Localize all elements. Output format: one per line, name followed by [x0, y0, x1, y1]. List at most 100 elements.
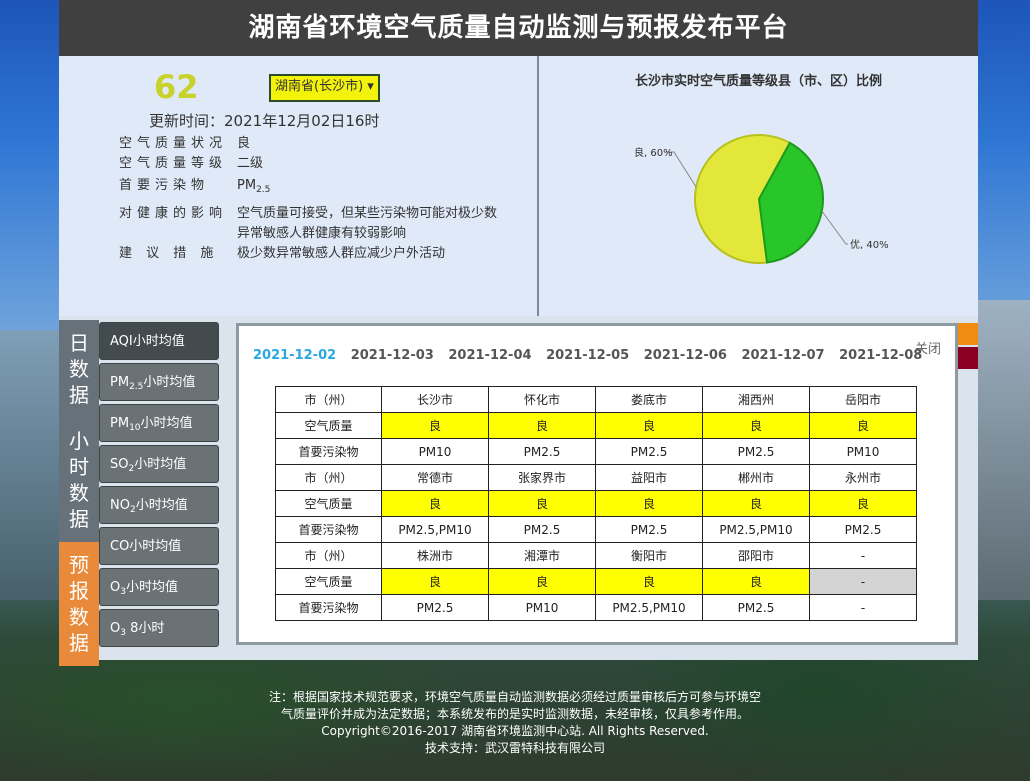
quality-cell: 良	[702, 490, 810, 517]
pie-label: 优, 40%	[850, 238, 889, 251]
chevron-down-icon: ▾	[367, 79, 374, 94]
tab-daily[interactable]: 日数据	[59, 320, 99, 418]
menu-item-aqi[interactable]: AQI小时均值	[99, 322, 219, 360]
city-select-value: 湖南省(长沙市)	[275, 79, 364, 94]
info-row: 对健康的影响 空气质量可接受，但某些污染物可能对极少数异常敏感人群健康有较弱影响	[119, 204, 497, 244]
menu-item-sub: 2.5	[129, 382, 144, 392]
info-value: 二级	[237, 156, 264, 171]
pie-leader-line	[821, 210, 848, 245]
pollutant-cell: PM10	[809, 438, 917, 465]
menu-item-so2[interactable]: SO2小时均值	[99, 445, 219, 483]
menu-item-pm25[interactable]: PM2.5小时均值	[99, 363, 219, 401]
city-select[interactable]: 湖南省(长沙市) ▾	[269, 74, 380, 102]
pollutant-cell: PM10	[488, 594, 596, 621]
table-row: 首要污染物 PM2.5 PM10 PM2.5,PM10 PM2.5-	[275, 594, 917, 621]
quality-cell: 良	[809, 412, 917, 439]
orange-edge-tab[interactable]	[958, 323, 978, 345]
menu-item-label: NO	[110, 498, 130, 513]
menu-item-pm10[interactable]: PM10小时均值	[99, 404, 219, 442]
quality-cell: 良	[381, 412, 489, 439]
menu-item-suffix: 小时均值	[135, 498, 188, 513]
pollutant-cell: PM2.5	[488, 516, 596, 543]
info-value: 极少数异常敏感人群应减少户外活动	[237, 246, 446, 261]
date-tab[interactable]: 2021-12-06	[644, 348, 727, 363]
tab-hourly-label: 小时数据	[69, 429, 89, 531]
pollutant-cell: PM2.5,PM10	[381, 516, 489, 543]
row-label: 市（州）	[275, 464, 382, 491]
table-row: 市（州） 株洲市 湘潭市 衡阳市 邵阳市 -	[275, 542, 917, 569]
city-cell: 湘潭市	[488, 542, 596, 569]
city-cell: 怀化市	[488, 386, 596, 413]
tab-forecast[interactable]: 预报数据	[59, 542, 99, 666]
footer-line: 气质量评价并成为法定数据；本系统发布的是实时监测数据，未经审核，仅具参考作用。	[280, 707, 749, 721]
pollutant-cell: PM2.5	[702, 438, 810, 465]
date-tab[interactable]: 2021-12-05	[546, 348, 629, 363]
pie-label: 良, 60%	[634, 146, 673, 159]
footer: 注：根据国家技术规范要求，环境空气质量自动监测数据必须经过质量审核后方可参与环境…	[0, 689, 1030, 757]
city-cell: 岳阳市	[809, 386, 917, 413]
pollutant-cell: PM2.5,PM10	[702, 516, 810, 543]
update-time-label: 更新时间：	[149, 112, 225, 130]
info-key: 空气质量状况	[119, 136, 228, 151]
info-key: 首要污染物	[119, 178, 210, 193]
quality-cell: 良	[381, 568, 489, 595]
quality-cell: 良	[809, 490, 917, 517]
side-tabs: 日数据 小时数据 预报数据	[59, 320, 99, 666]
date-tab[interactable]: 2021-12-02	[253, 348, 336, 363]
red-edge-tab[interactable]	[958, 347, 978, 369]
page-title: 湖南省环境空气质量自动监测与预报发布平台	[59, 0, 978, 56]
table-row: 首要污染物 PM10 PM2.5 PM2.5 PM2.5 PM10	[275, 438, 917, 465]
info-key: 建 议 措 施	[119, 246, 219, 261]
city-cell: 永州市	[809, 464, 917, 491]
menu-item-label: AQI小时均值	[110, 334, 185, 349]
table-row: 市（州） 常德市 张家界市 益阳市 郴州市 永州市	[275, 464, 917, 491]
row-label: 首要污染物	[275, 438, 382, 465]
pie-chart: 良, 60% 优, 40%	[634, 134, 889, 264]
pollutant-subscript: 2.5	[256, 185, 271, 195]
quality-cell: 良	[595, 490, 703, 517]
city-cell: 湘西州	[702, 386, 810, 413]
pollutant-cell: PM2.5	[595, 438, 703, 465]
table-row: 空气质量良良良良良	[275, 412, 917, 439]
info-value: 空气质量可接受，但某些污染物可能对极少数异常敏感人群健康有较弱影响	[237, 206, 498, 241]
menu-item-suffix: 8小时	[125, 621, 165, 636]
city-cell: 益阳市	[595, 464, 703, 491]
date-tab[interactable]: 2021-12-07	[741, 348, 824, 363]
menu-item-suffix: 小时均值	[134, 457, 187, 472]
info-value: 良	[237, 136, 251, 151]
table-row: 空气质量良良良良良	[275, 490, 917, 517]
city-cell: 娄底市	[595, 386, 703, 413]
date-tab[interactable]: 2021-12-08	[839, 348, 922, 363]
menu-item-o3[interactable]: O3小时均值	[99, 568, 219, 606]
pollutant-cell: PM2.5,PM10	[595, 594, 703, 621]
pollutant-name: PM	[237, 178, 257, 193]
date-tab[interactable]: 2021-12-03	[351, 348, 434, 363]
city-cell: 郴州市	[702, 464, 810, 491]
date-tab[interactable]: 2021-12-04	[448, 348, 531, 363]
tab-hourly[interactable]: 小时数据	[59, 418, 99, 542]
table-row: 首要污染物 PM2.5,PM10 PM2.5 PM2.5 PM2.5,PM10 PM2.5	[275, 516, 917, 543]
menu-item-o3-8h[interactable]: O3 8小时	[99, 609, 219, 647]
menu-item-co[interactable]: CO小时均值	[99, 527, 219, 565]
info-row: 空气质量状况 良	[119, 134, 497, 154]
row-label: 市（州）	[275, 386, 382, 413]
background-buildings-right	[970, 300, 1030, 600]
menu-item-suffix: 小时均值	[143, 375, 196, 390]
pollutant-cell: PM10	[381, 438, 489, 465]
pollutant-cell: PM2.5	[809, 516, 917, 543]
summary-info: 空气质量状况 良 空气质量等级 二级 首要污染物 PM2.5 对健康的影响 空气…	[119, 134, 497, 264]
date-tabs: 2021-12-02 2021-12-03 2021-12-04 2021-12…	[253, 348, 932, 363]
city-cell: 邵阳市	[702, 542, 810, 569]
forecast-dialog: 关闭 2021-12-02 2021-12-03 2021-12-04 2021…	[236, 323, 958, 645]
quality-cell: 良	[702, 412, 810, 439]
summary-panel: 62 湖南省(长沙市) ▾ 更新时间：2021年12月02日16时 空气质量状况…	[59, 56, 539, 316]
update-time-value: 2021年12月02日16时	[224, 112, 380, 130]
pollutant-cell: PM2.5	[702, 594, 810, 621]
city-cell: 长沙市	[381, 386, 489, 413]
pollutant-cell: PM2.5	[488, 438, 596, 465]
row-label: 首要污染物	[275, 594, 382, 621]
menu-item-label: PM	[110, 375, 130, 390]
menu-item-no2[interactable]: NO2小时均值	[99, 486, 219, 524]
aqi-value: 62	[154, 68, 199, 106]
quality-cell: 良	[488, 412, 596, 439]
